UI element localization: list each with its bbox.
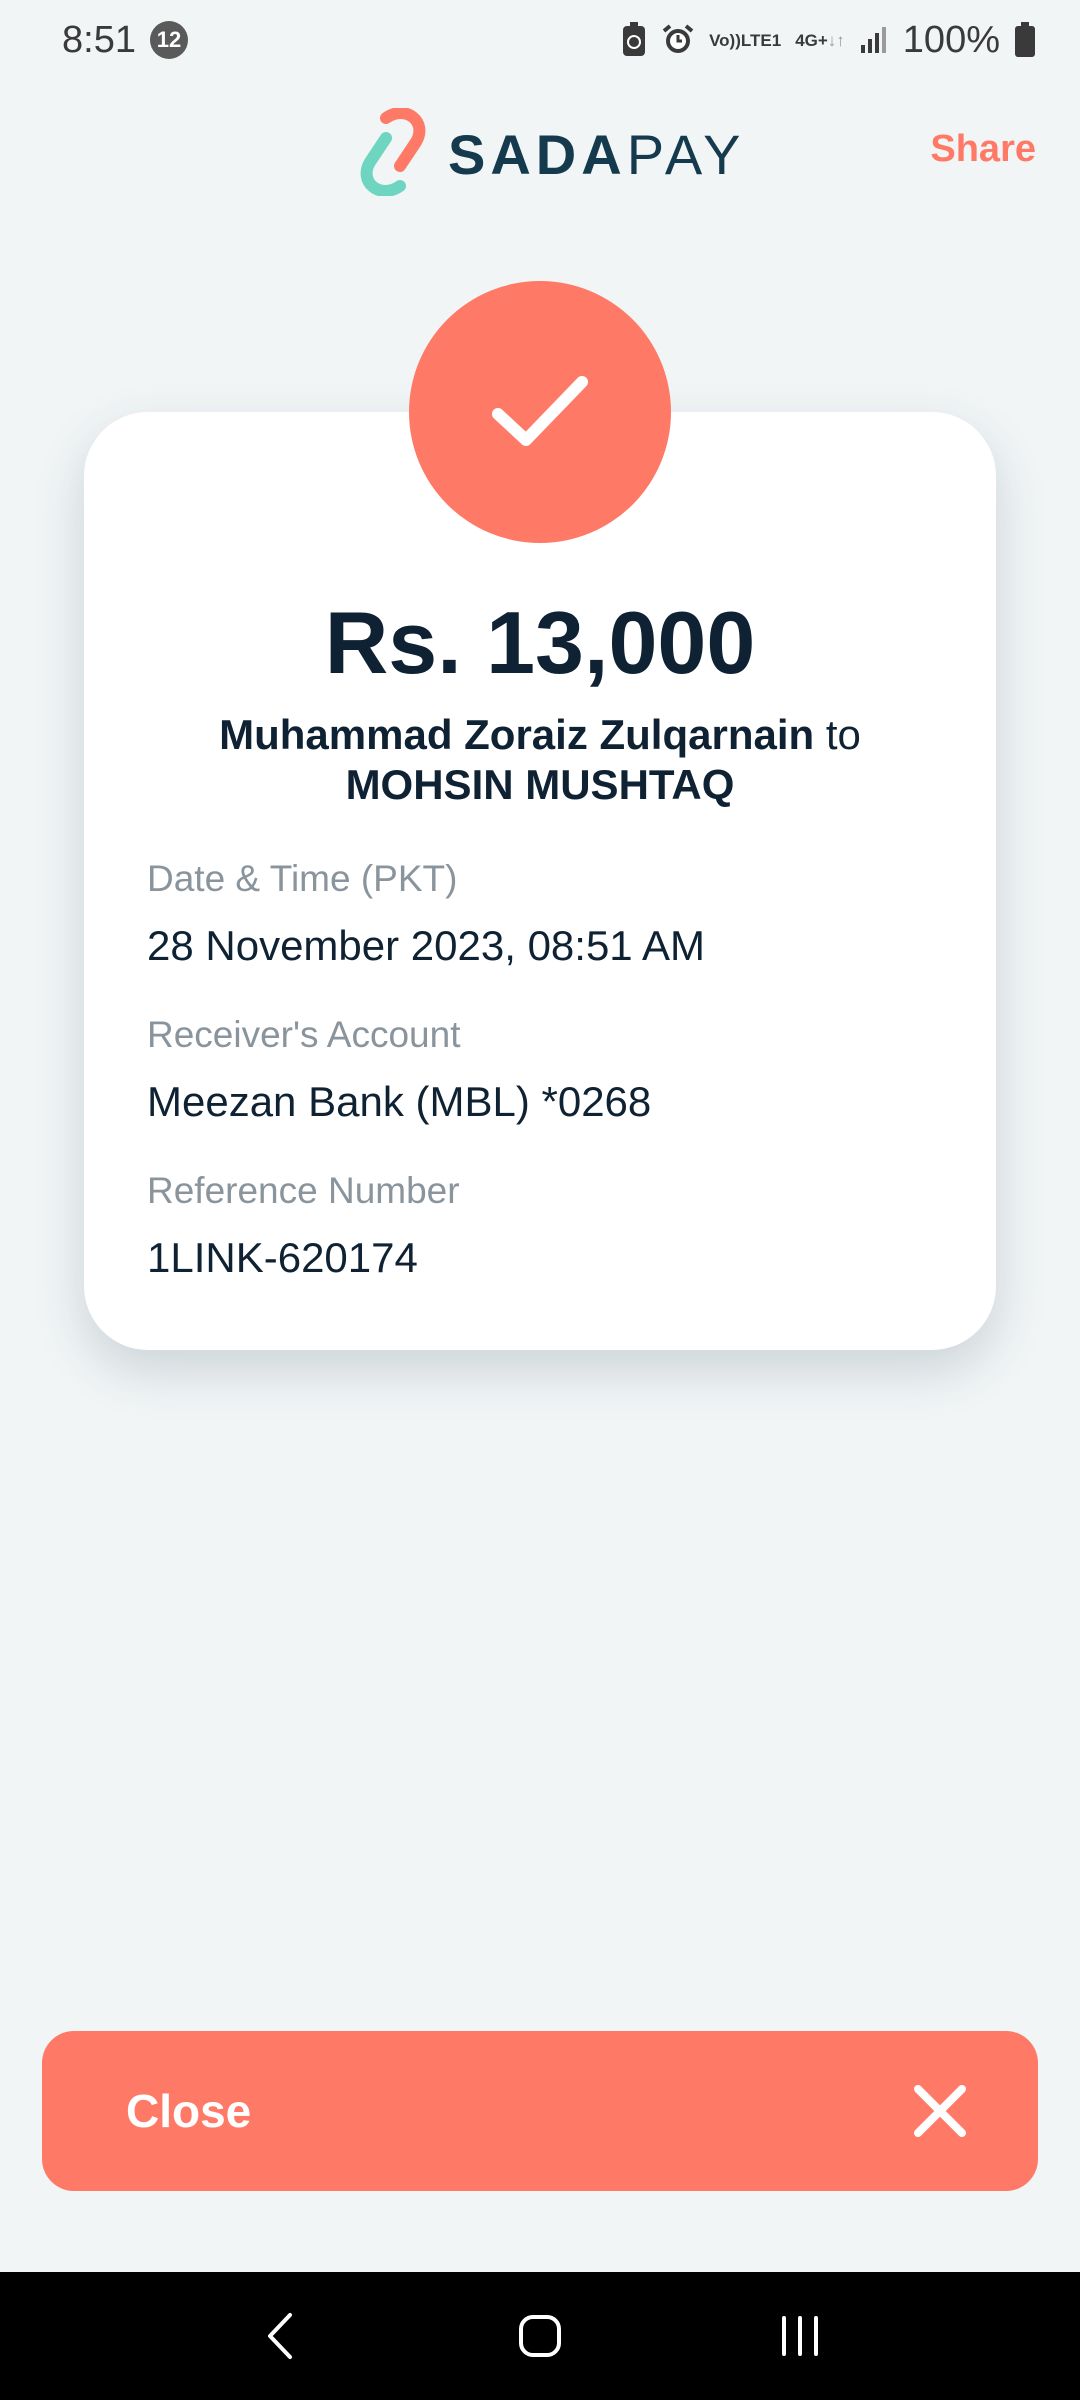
receiver-account-value: Meezan Bank (MBL) *0268 (147, 1078, 652, 1125)
logo-wordmark-light: PAY (626, 123, 746, 186)
sadapay-logo-icon (356, 107, 430, 201)
success-badge (409, 281, 671, 543)
battery-icon (1014, 22, 1036, 58)
header: SADAPAY Share (0, 100, 1080, 210)
date-time-label: Date & Time (PKT) (147, 858, 458, 899)
receiver-account-label: Receiver's Account (147, 1014, 461, 1055)
logo-wordmark-bold: SADA (448, 123, 627, 186)
status-right: Vo)) LTE1 4G+ ↓↑ 100% (621, 19, 1036, 62)
close-button[interactable]: Close (42, 2031, 1038, 2191)
sadapay-logo: SADAPAY (356, 107, 745, 201)
transfer-amount: Rs. 13,000 (324, 593, 756, 692)
status-time: 8:51 (62, 18, 136, 61)
status-bar: 8:51 12 Vo)) LTE1 4G+ ↓↑ 100% (0, 0, 1080, 80)
share-button[interactable]: Share (930, 128, 1036, 171)
data-saver-icon (621, 22, 647, 58)
reference-number-label: Reference Number (147, 1170, 460, 1211)
close-button-label: Close (126, 2085, 252, 2137)
transfer-connector: to (814, 711, 861, 758)
data-arrows-icon: ↓↑ (827, 30, 845, 50)
battery-level: 100% (902, 18, 1000, 61)
close-icon (914, 2085, 966, 2137)
lte-label: LTE1 (740, 30, 782, 50)
back-nav-icon (268, 2313, 292, 2359)
signal-icon (859, 25, 889, 55)
receiver-name: MOHSIN MUSHTAQ (345, 761, 735, 808)
home-nav-button[interactable] (480, 2286, 600, 2386)
volte-indicator: Vo)) LTE1 (709, 32, 781, 49)
recents-nav-button[interactable] (740, 2286, 860, 2386)
transfer-parties: Muhammad Zoraiz Zulqarnain to MOHSIN MUS… (120, 710, 960, 810)
reference-number-value: 1LINK-620174 (147, 1234, 418, 1281)
volte-label: Vo)) (709, 30, 741, 50)
network-type-indicator: 4G+ ↓↑ (795, 32, 845, 49)
recents-nav-icon (782, 2316, 818, 2356)
date-time-value: 28 November 2023, 08:51 AM (147, 922, 706, 969)
back-nav-button[interactable] (220, 2286, 340, 2386)
notification-count-badge: 12 (149, 21, 188, 59)
system-nav-bar (0, 2272, 1080, 2400)
status-left: 8:51 12 (62, 19, 188, 62)
alarm-icon (661, 23, 695, 57)
sender-name: Muhammad Zoraiz Zulqarnain (219, 711, 815, 758)
home-nav-icon (519, 2315, 561, 2357)
checkmark-icon (492, 376, 588, 446)
logo-wordmark: SADAPAY (448, 122, 745, 187)
network-4g-label: 4G+ (795, 30, 828, 50)
